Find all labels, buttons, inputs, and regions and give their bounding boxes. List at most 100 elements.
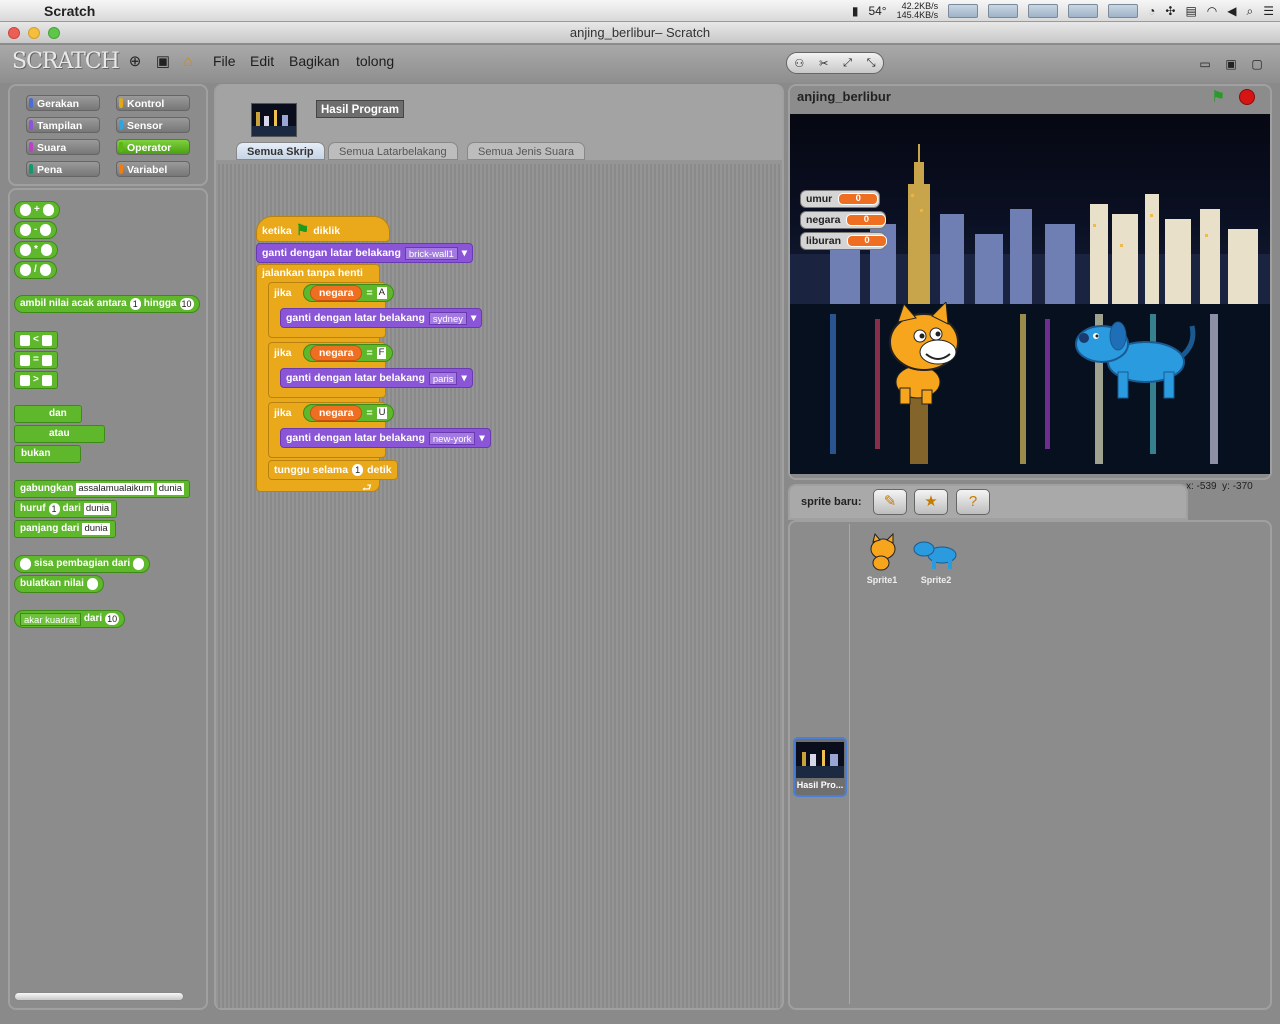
category-control[interactable]: Kontrol xyxy=(116,95,190,111)
sprite-thumb-1[interactable]: Sprite1 xyxy=(862,532,902,585)
globe-icon[interactable]: ⊕ xyxy=(126,53,144,71)
block-less-than[interactable]: < xyxy=(14,331,58,349)
background-dropdown[interactable]: paris xyxy=(428,371,458,385)
small-stage-icon[interactable]: ▭ xyxy=(1196,55,1214,73)
equals-operator[interactable]: negara = A xyxy=(303,284,394,302)
switch-background-block[interactable]: ganti dengan latar belakang sydney ▾ xyxy=(280,308,483,328)
equals-operator[interactable]: negara = U xyxy=(303,404,395,422)
background-dropdown[interactable]: new-york xyxy=(428,431,476,445)
block-divide[interactable]: / xyxy=(14,261,57,279)
menu-help[interactable]: tolong xyxy=(356,53,394,69)
stop-button[interactable] xyxy=(1239,89,1255,105)
meter-icon xyxy=(988,4,1019,18)
equals-operator[interactable]: negara = F xyxy=(303,344,394,362)
green-flag-icon: ⚑ xyxy=(295,222,310,239)
block-equals[interactable]: = xyxy=(14,351,58,369)
math-function-dropdown[interactable]: akar kuadrat xyxy=(20,612,81,626)
window-title: anjing_berlibur– Scratch xyxy=(569,25,711,40)
bluetooth-icon[interactable]: ✣ xyxy=(1165,4,1175,18)
mouse-coordinates: x: -539 y: -370 xyxy=(1186,481,1253,492)
net-speed: 42.2KB/s 145.4KB/s xyxy=(896,1,939,20)
mac-menubar: Scratch ▮ 54° 42.2KB/s 145.4KB/s ◔ ✣ ▤ ◠ … xyxy=(0,0,1280,22)
volume-icon[interactable]: ◀ xyxy=(1227,4,1236,18)
temperature: 54° xyxy=(868,4,887,18)
switch-background-block[interactable]: ganti dengan latar belakang paris ▾ xyxy=(280,368,473,388)
time-machine-icon[interactable]: ◔ xyxy=(1148,4,1155,18)
tab-backgrounds[interactable]: Semua Latarbelakang xyxy=(328,142,458,160)
notification-icon[interactable]: ☰ xyxy=(1263,4,1274,18)
block-random[interactable]: ambil nilai acak antara 1 hingga 10 xyxy=(14,295,200,313)
background-dropdown[interactable]: sydney xyxy=(428,311,467,325)
category-sensing[interactable]: Sensor xyxy=(116,117,190,133)
switch-background-block[interactable]: ganti dengan latar belakang new-york ▾ xyxy=(280,428,491,448)
duplicate-icon[interactable]: ⚇ xyxy=(794,57,804,70)
paint-new-sprite-button[interactable]: ✎ xyxy=(873,489,907,515)
cat-sprite[interactable] xyxy=(876,302,966,407)
block-greater-than[interactable]: > xyxy=(14,371,58,389)
meter-icon xyxy=(1028,4,1059,18)
background-dropdown[interactable]: brick-wall1 xyxy=(404,246,458,260)
menu-edit[interactable]: Edit xyxy=(250,53,274,69)
save-icon[interactable]: ▣ xyxy=(154,53,172,71)
spotlight-icon[interactable]: ⌕ xyxy=(1247,4,1254,19)
scratch-logo: SCRATCH xyxy=(12,49,120,74)
wait-block[interactable]: tunggu selama 1 detik xyxy=(268,460,398,480)
stage-thumbnail[interactable]: Hasil Pro... xyxy=(793,737,847,797)
tab-sounds[interactable]: Semua Jenis Suara xyxy=(467,142,585,160)
palette-scrollbar[interactable] xyxy=(14,992,184,1001)
meter-icon xyxy=(1108,4,1139,18)
block-and[interactable]: dan xyxy=(14,405,82,423)
variable-monitor-umur[interactable]: umur 0 xyxy=(800,190,880,208)
block-letter-of[interactable]: huruf 1 dari dunia xyxy=(14,500,118,518)
minimize-window-button[interactable] xyxy=(28,27,40,39)
category-operators[interactable]: Operator xyxy=(116,139,190,155)
block-multiply[interactable]: * xyxy=(14,241,58,259)
city-night-backdrop xyxy=(790,144,1270,474)
loop-arrow-icon: ⮐ xyxy=(362,482,372,494)
block-or[interactable]: atau xyxy=(14,425,105,443)
block-add[interactable]: + xyxy=(14,201,60,219)
switch-background-block[interactable]: ganti dengan latar belakang brick-wall1 ▾ xyxy=(256,243,474,263)
category-sound[interactable]: Suara xyxy=(26,139,100,155)
folder-star-icon: ★ xyxy=(924,493,938,510)
menu-file[interactable]: File xyxy=(213,53,236,69)
shrink-icon[interactable]: ⤡ xyxy=(867,57,876,70)
block-math-function[interactable]: akar kuadrat dari 10 xyxy=(14,610,126,628)
bookmark-icon[interactable]: ▮ xyxy=(852,4,859,18)
block-not[interactable]: bukan xyxy=(14,445,82,463)
delete-icon[interactable]: ✂ xyxy=(819,57,828,70)
choose-sprite-file-button[interactable]: ★ xyxy=(914,489,948,515)
wifi-icon[interactable]: ◠ xyxy=(1207,4,1217,18)
close-window-button[interactable] xyxy=(8,27,20,39)
dog-sprite[interactable] xyxy=(1074,316,1198,406)
category-pen[interactable]: Pena xyxy=(26,161,100,177)
presentation-icon[interactable]: ▢ xyxy=(1248,55,1266,73)
surprise-sprite-button[interactable]: ? xyxy=(956,489,990,515)
when-flag-clicked-hat[interactable]: ketika ⚑ diklik xyxy=(256,216,390,242)
zoom-window-button[interactable] xyxy=(48,27,60,39)
grow-icon[interactable]: ⤢ xyxy=(843,57,852,70)
meter-icon xyxy=(1068,4,1099,18)
block-join[interactable]: gabungkan assalamualaikum dunia xyxy=(14,480,190,498)
variable-monitor-liburan[interactable]: liburan 0 xyxy=(800,232,888,250)
share-icon[interactable]: ⌂ xyxy=(179,53,197,71)
normal-stage-icon[interactable]: ▣ xyxy=(1222,55,1240,73)
flag-icon[interactable]: ▤ xyxy=(1185,4,1196,18)
green-flag-button[interactable]: ⚑ xyxy=(1211,87,1225,107)
category-variables[interactable]: Variabel xyxy=(116,161,190,177)
sprite-name-field[interactable]: Hasil Program xyxy=(316,100,404,118)
block-subtract[interactable]: - xyxy=(14,221,58,239)
app-menu[interactable]: Scratch xyxy=(44,3,95,19)
sprite-thumb-2[interactable]: Sprite2 xyxy=(912,537,960,585)
tab-scripts[interactable]: Semua Skrip xyxy=(236,142,325,160)
category-looks[interactable]: Tampilan xyxy=(26,117,100,133)
category-motion[interactable]: Gerakan xyxy=(26,95,100,111)
block-round[interactable]: bulatkan nilai xyxy=(14,575,104,593)
block-length-of[interactable]: panjang dari dunia xyxy=(14,520,116,538)
edit-tools: ⚇ ✂ ⤢ ⤡ xyxy=(786,52,884,74)
project-title: anjing_berlibur xyxy=(797,89,891,104)
menu-share[interactable]: Bagikan xyxy=(289,53,340,69)
block-mod[interactable]: sisa pembagian dari xyxy=(14,555,151,573)
variable-monitor-negara[interactable]: negara 0 xyxy=(800,211,887,229)
stage-canvas[interactable]: umur 0 negara 0 liburan 0 xyxy=(790,114,1270,474)
